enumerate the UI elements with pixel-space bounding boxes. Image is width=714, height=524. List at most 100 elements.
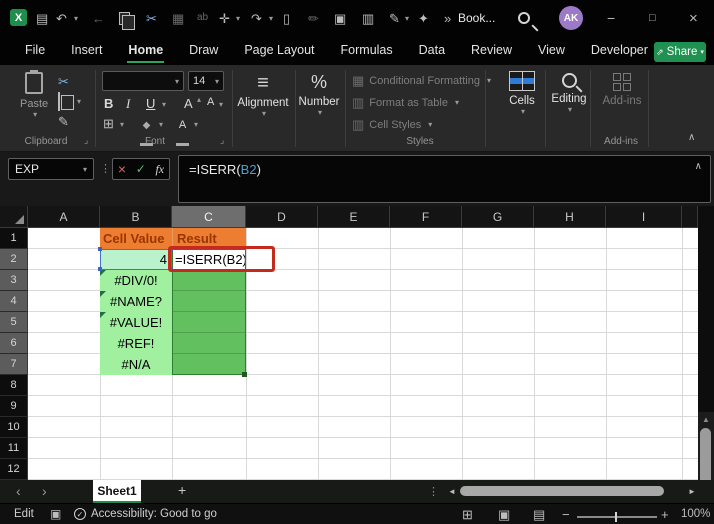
cancel-entry-icon[interactable]: × (118, 161, 126, 177)
copy-caret-icon[interactable]: ▾ (77, 97, 81, 106)
format-painter-button[interactable]: ✎ (58, 115, 69, 128)
row-header-7[interactable]: 7 (0, 354, 28, 375)
privacy-icon[interactable]: ✦ (418, 9, 429, 27)
range-handle[interactable] (98, 247, 102, 251)
grow-font-button[interactable]: A (184, 96, 193, 111)
range-handle[interactable] (169, 267, 173, 271)
undo-icon[interactable]: ↶ (56, 9, 67, 27)
zoom-out-icon[interactable]: − (562, 508, 570, 521)
zoom-slider-track[interactable] (577, 516, 657, 518)
column-header-d[interactable]: D (246, 206, 318, 228)
cell-c7[interactable] (172, 354, 246, 375)
tab-view[interactable]: View (525, 36, 578, 64)
row-header-1[interactable]: 1 (0, 228, 28, 249)
accessibility-status[interactable]: ✓ Accessibility: Good to go (74, 508, 217, 520)
formula-input[interactable]: =ISERR(B2) ∧ (178, 155, 711, 203)
cell-b5[interactable]: #VALUE! (100, 312, 172, 333)
sheet-tab-sheet1[interactable]: Sheet1 (93, 480, 141, 503)
copy-button[interactable] (58, 92, 60, 111)
scroll-up-icon[interactable]: ▲ (702, 415, 710, 424)
document-title[interactable]: Book... (458, 9, 495, 27)
new-file-icon[interactable]: ▯ (283, 9, 290, 27)
cell-c6[interactable] (172, 333, 246, 354)
add-sheet-icon[interactable]: + (178, 482, 186, 498)
sheet-options-icon[interactable]: ⋮ (428, 485, 439, 498)
horizontal-scrollbar-thumb[interactable] (460, 486, 664, 496)
column-header-partial[interactable] (682, 206, 698, 228)
column-header-c-selected[interactable]: C (172, 206, 246, 228)
undo-caret-icon[interactable]: ▾ (74, 9, 78, 27)
tab-file[interactable]: File (12, 36, 58, 64)
row-header-3[interactable]: 3 (0, 270, 28, 291)
shrink-font-button[interactable]: A (207, 96, 214, 108)
column-header-g[interactable]: G (462, 206, 534, 228)
tab-draw[interactable]: Draw (176, 36, 231, 64)
redo-caret-icon[interactable]: ▾ (269, 9, 273, 27)
borders-button[interactable]: ⊞ (103, 117, 114, 130)
zoom-level[interactable]: 100% (681, 508, 710, 520)
underline-caret-icon[interactable]: ▾ (162, 100, 166, 109)
page-layout-view-icon[interactable]: ▣ (498, 508, 510, 521)
next-sheet-icon[interactable]: › (42, 483, 47, 499)
row-header-4[interactable]: 4 (0, 291, 28, 312)
maximize-button[interactable]: □ (649, 9, 656, 27)
row-header-2[interactable]: 2 (0, 249, 28, 270)
zoom-in-icon[interactable]: + (661, 508, 669, 521)
cell-c3[interactable] (172, 270, 246, 291)
camera-icon[interactable]: ▣ (334, 9, 346, 27)
hscroll-right-icon[interactable]: ► (688, 487, 696, 496)
select-all-corner[interactable] (0, 206, 28, 228)
tab-formulas[interactable]: Formulas (328, 36, 406, 64)
editing-button[interactable]: Editing ▾ (548, 71, 590, 114)
font-name-combobox[interactable]: ▾ (102, 71, 184, 91)
cell-b1[interactable]: Cell Value (100, 228, 172, 249)
cell-c5[interactable] (172, 312, 246, 333)
tab-page-layout[interactable]: Page Layout (231, 36, 327, 64)
expand-formula-bar-icon[interactable]: ∧ (695, 161, 702, 172)
fill-color-caret-icon[interactable]: ▾ (159, 120, 163, 129)
tab-review[interactable]: Review (458, 36, 525, 64)
account-avatar[interactable]: AK (559, 6, 583, 30)
row-header-11[interactable]: 11 (0, 438, 28, 459)
range-handle[interactable] (98, 267, 102, 271)
minimize-button[interactable]: − (607, 9, 615, 27)
cell-c4[interactable] (172, 291, 246, 312)
copy-icon[interactable] (119, 9, 135, 30)
cell-c1[interactable]: Result (172, 228, 246, 249)
paste-button[interactable]: Paste ▾ (20, 70, 48, 119)
excel-logo-icon[interactable]: X (10, 9, 27, 26)
underline-button[interactable]: U (146, 96, 155, 111)
share-button[interactable]: ⇗ Share ▾ (654, 42, 706, 62)
cell-b3[interactable]: #DIV/0! (100, 270, 172, 291)
touch-mode-icon[interactable]: ✛ (219, 9, 230, 27)
name-box[interactable]: EXP ▾ (8, 158, 94, 180)
cut-button[interactable]: ✂ (58, 75, 69, 88)
hscroll-left-icon[interactable]: ◄ (448, 487, 456, 496)
column-header-b[interactable]: B (100, 206, 172, 228)
page-break-view-icon[interactable]: ▤ (533, 508, 545, 521)
search-icon[interactable] (518, 9, 530, 27)
form-edit-icon[interactable]: ✎ (389, 9, 400, 27)
cells-area[interactable]: Cell Value Result 4 =ISERR(B2) #DIV/0! #… (28, 228, 698, 480)
clipboard-dialog-launcher[interactable]: ⌟ (84, 135, 88, 146)
tab-home[interactable]: Home (115, 36, 176, 64)
collapse-ribbon-icon[interactable]: ∧ (688, 133, 695, 143)
normal-view-icon[interactable]: ⊞ (462, 508, 473, 521)
font-color-caret-icon[interactable]: ▾ (194, 120, 198, 129)
font-size-combobox[interactable]: 14 ▾ (188, 71, 224, 91)
confirm-entry-icon[interactable]: ✓ (136, 162, 146, 176)
column-header-a[interactable]: A (28, 206, 100, 228)
cut-icon[interactable]: ✂ (146, 9, 157, 27)
tab-insert[interactable]: Insert (58, 36, 115, 64)
range-handle[interactable] (169, 247, 173, 251)
close-button[interactable]: × (689, 9, 698, 27)
cell-b2[interactable]: 4 (100, 249, 172, 270)
redo-icon[interactable]: ↷ (251, 9, 262, 27)
insert-function-icon[interactable]: fx (155, 162, 164, 177)
form-edit-caret-icon[interactable]: ▾ (405, 9, 409, 27)
zoom-slider-handle[interactable] (615, 512, 617, 522)
lookup-sheet-icon[interactable]: ▥ (362, 9, 374, 27)
tab-developer[interactable]: Developer (578, 36, 661, 64)
fill-handle[interactable] (242, 372, 247, 377)
row-header-6[interactable]: 6 (0, 333, 28, 354)
